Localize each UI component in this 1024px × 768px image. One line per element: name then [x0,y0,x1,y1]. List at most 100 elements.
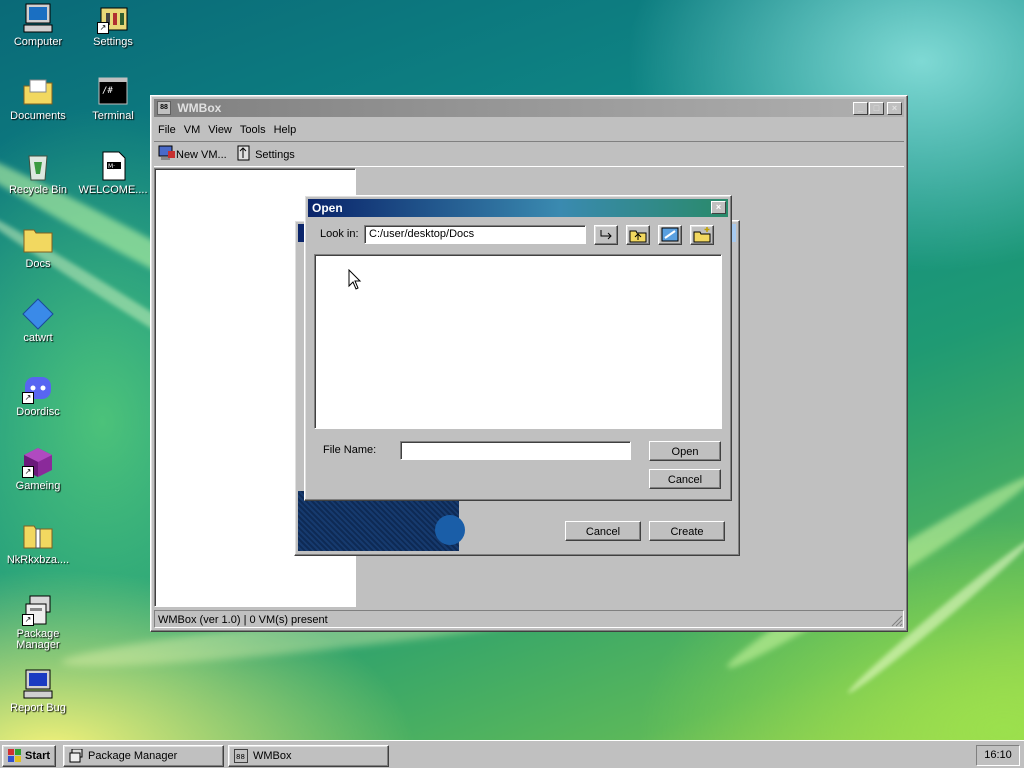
desktop-icon-label: Computer [13,36,63,48]
up-folder-button[interactable] [626,225,650,245]
package-manager-icon: ↗ [22,594,54,626]
menu-file[interactable]: File [154,120,180,140]
up-folder-icon [629,230,647,243]
menu-help[interactable]: Help [270,120,301,140]
create-button[interactable]: Create [649,521,725,541]
text-file-icon: M· [97,150,129,182]
close-button[interactable]: × [887,102,902,115]
look-in-label: Look in: [320,228,359,240]
desktop-icon-label: Gameing [15,480,61,492]
desktop-view-button[interactable] [658,225,682,245]
desktop-view-icon [661,227,679,242]
wmbox-app-icon: 88 [234,749,248,763]
settings-toolbar-icon [237,145,250,161]
resize-grip-icon[interactable] [891,615,903,627]
status-bar: WMBox (ver 1.0) | 0 VM(s) present [154,610,904,628]
wmbox-toolbar: New VM... Settings [154,141,904,167]
cube-icon: ↗ [22,446,54,478]
desktop-icon-gameing[interactable]: ↗ Gameing [1,446,75,492]
new-vm-icon [158,145,175,160]
desktop-icon-documents[interactable]: Documents [1,76,75,122]
desktop-icon-label: catwrt [23,332,53,344]
shortcut-arrow-icon: ↗ [22,466,34,478]
new-vm-cancel-button[interactable]: Cancel [565,521,641,541]
svg-text:88: 88 [236,753,245,761]
desktop-icon-report-bug[interactable]: Report Bug [1,668,75,714]
desktop-icon-nkrkxbza[interactable]: NkRkxbza.... [1,520,75,566]
shortcut-arrow-icon: ↗ [22,392,34,404]
close-icon: × [715,202,722,212]
taskbar-item-wmbox[interactable]: 88 WMBox [228,745,389,767]
desktop-icon-doordisc[interactable]: ↗ Doordisc [1,372,75,418]
minimize-icon: _ [857,103,863,113]
desktop-icon-settings[interactable]: ↗ Settings [76,2,150,48]
desktop-icon-label: Package Manager [16,628,60,651]
wmbox-titlebar[interactable]: 88 WMBox _ □ × [154,99,904,117]
desktop-icon-docs[interactable]: Docs [1,224,75,270]
desktop-icon-label: Settings [93,36,133,48]
open-dialog-close-button[interactable]: × [711,201,726,214]
taskbar: Start Package Manager 88 WMBox 16:10 [0,740,1024,768]
desktop-icon-label: Recycle Bin [8,184,68,196]
file-name-label: File Name: [323,444,377,456]
mouse-cursor-icon [348,269,362,290]
maximize-button[interactable]: □ [869,102,884,115]
new-folder-button[interactable] [690,225,714,245]
taskbar-item-label: WMBox [253,750,292,762]
file-list[interactable] [314,254,722,429]
package-manager-icon [69,749,83,763]
computer-icon [22,2,54,34]
new-vm-button[interactable]: New VM... [158,145,227,163]
look-in-path-field[interactable]: C:/user/desktop/Docs [364,225,586,244]
shortcut-arrow-icon: ↗ [22,614,34,626]
new-vm-label: New VM... [176,149,227,161]
start-icon [8,749,21,762]
settings-button[interactable]: Settings [236,145,295,163]
start-label: Start [25,750,51,762]
terminal-icon: /# [97,76,129,108]
taskbar-clock[interactable]: 16:10 [976,745,1020,766]
new-folder-icon [693,227,711,243]
documents-folder-icon [22,76,54,108]
open-cancel-button[interactable]: Cancel [649,469,721,489]
svg-text:/#: /# [102,86,113,96]
desktop-icon-terminal[interactable]: /# Terminal [76,76,150,122]
open-button[interactable]: Open [649,441,721,461]
minimize-button[interactable]: _ [853,102,868,115]
desktop-icon-welcome[interactable]: M· WELCOME.... [76,150,150,196]
discord-icon: ↗ [22,372,54,404]
open-dialog-titlebar[interactable]: Open × [308,199,728,217]
file-name-input[interactable] [400,441,631,460]
wmbox-menubar: File VM View Tools Help [154,120,904,140]
return-arrow-icon [600,230,612,240]
desktop-icon-label: Terminal [92,110,134,122]
taskbar-item-package-manager[interactable]: Package Manager [63,745,224,767]
menu-tools[interactable]: Tools [236,120,270,140]
desktop-icon-package-manager[interactable]: ↗ Package Manager [1,594,75,651]
desktop-icon-label: NkRkxbza.... [6,554,70,566]
settings-icon: ↗ [97,2,129,34]
report-bug-icon [22,668,54,700]
folder-icon [22,224,54,256]
settings-label: Settings [255,149,295,161]
desktop-icon-label: Doordisc [16,406,60,418]
menu-vm[interactable]: VM [180,120,205,140]
desktop-icon-label: Report Bug [10,702,66,714]
close-icon: × [891,103,898,113]
diamond-icon [22,298,54,330]
desktop-icon-label: Documents [10,110,66,122]
maximize-icon: □ [873,103,880,113]
open-dialog[interactable]: Open × Look in: C:/user/desktop/Docs Fil… [304,195,732,501]
zip-folder-icon [22,520,54,552]
menu-view[interactable]: View [204,120,236,140]
svg-text:M·: M· [108,163,115,170]
taskbar-item-label: Package Manager [88,750,178,762]
wmbox-title: WMBox [177,101,222,115]
go-to-path-button[interactable] [594,225,618,245]
desktop-icon-computer[interactable]: Computer [1,2,75,48]
desktop-icon-catwrt[interactable]: catwrt [1,298,75,344]
start-button[interactable]: Start [2,745,56,767]
desktop-icon-label: WELCOME.... [78,184,148,196]
desktop-icon-label: Docs [25,258,51,270]
desktop-icon-recycle-bin[interactable]: Recycle Bin [1,150,75,196]
